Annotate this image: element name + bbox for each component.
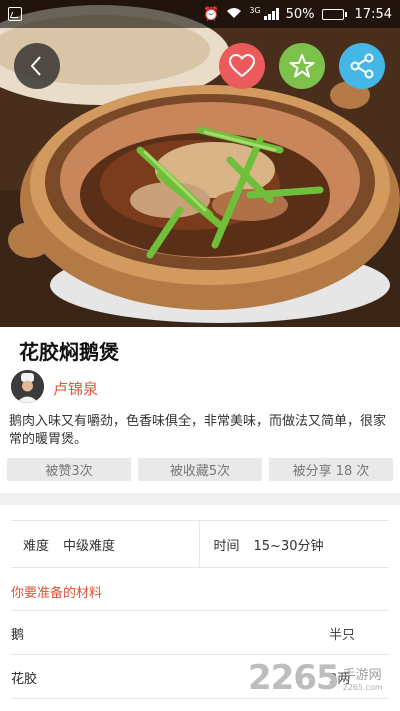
author-name[interactable]: 卢锦泉 xyxy=(53,378,98,399)
divider xyxy=(11,610,389,611)
recipe-photo xyxy=(0,0,400,327)
gallery-notification-icon xyxy=(8,7,22,21)
star-icon xyxy=(289,54,315,78)
ingredient-amount: 半只 xyxy=(329,627,356,643)
difficulty-value: 中级难度 xyxy=(63,538,116,554)
section-divider xyxy=(0,493,400,505)
back-button[interactable] xyxy=(14,43,60,89)
share-count: 被分享 18 次 xyxy=(269,458,393,481)
site-watermark: 2265 手游网 2265.com xyxy=(248,656,383,700)
share-button[interactable] xyxy=(339,43,385,89)
like-button[interactable] xyxy=(219,43,265,89)
network-type: 3G xyxy=(249,5,261,15)
favorite-button[interactable] xyxy=(279,43,325,89)
watermark-url: 2265.com xyxy=(342,683,383,692)
difficulty-cell: 难度 中级难度 xyxy=(11,521,200,567)
share-icon xyxy=(350,53,374,79)
ingredients-heading: 你要准备的材料 xyxy=(11,586,103,601)
watermark-site: 手游网 xyxy=(342,668,382,683)
ingredient-name: 鹅 xyxy=(11,627,25,643)
battery-icon xyxy=(321,8,347,20)
time-cell: 时间 15~30分钟 xyxy=(200,521,390,567)
recipe-description: 鹅肉入味又有嚼劲，色香味俱全，非常美味，而做法又简单，很家常的暖胃煲。 xyxy=(9,414,387,447)
status-bar: ⏰ 3G 50% 17:54 xyxy=(0,0,400,28)
battery-percent: 50% xyxy=(285,6,315,22)
divider xyxy=(11,654,389,655)
recipe-info-row: 难度 中级难度 时间 15~30分钟 xyxy=(11,520,389,568)
ingredient-row: 鹅 半只 xyxy=(11,615,389,651)
recipe-stats: 被赞3次 被收藏5次 被分享 18 次 xyxy=(7,458,393,481)
alarm-icon: ⏰ xyxy=(203,6,220,22)
favorite-count: 被收藏5次 xyxy=(138,458,262,481)
heart-icon xyxy=(229,54,255,78)
wifi-icon xyxy=(226,7,242,22)
recipe-title: 花胶焖鹅煲 xyxy=(19,340,119,364)
clock: 17:54 xyxy=(354,6,392,22)
like-count: 被赞3次 xyxy=(7,458,131,481)
time-value: 15~30分钟 xyxy=(253,538,324,554)
signal-icon xyxy=(263,8,279,20)
time-label: 时间 xyxy=(213,538,240,554)
watermark-logo: 2265 xyxy=(248,658,340,698)
difficulty-label: 难度 xyxy=(23,538,50,554)
author-avatar[interactable] xyxy=(11,370,44,403)
chevron-left-icon xyxy=(30,56,41,76)
